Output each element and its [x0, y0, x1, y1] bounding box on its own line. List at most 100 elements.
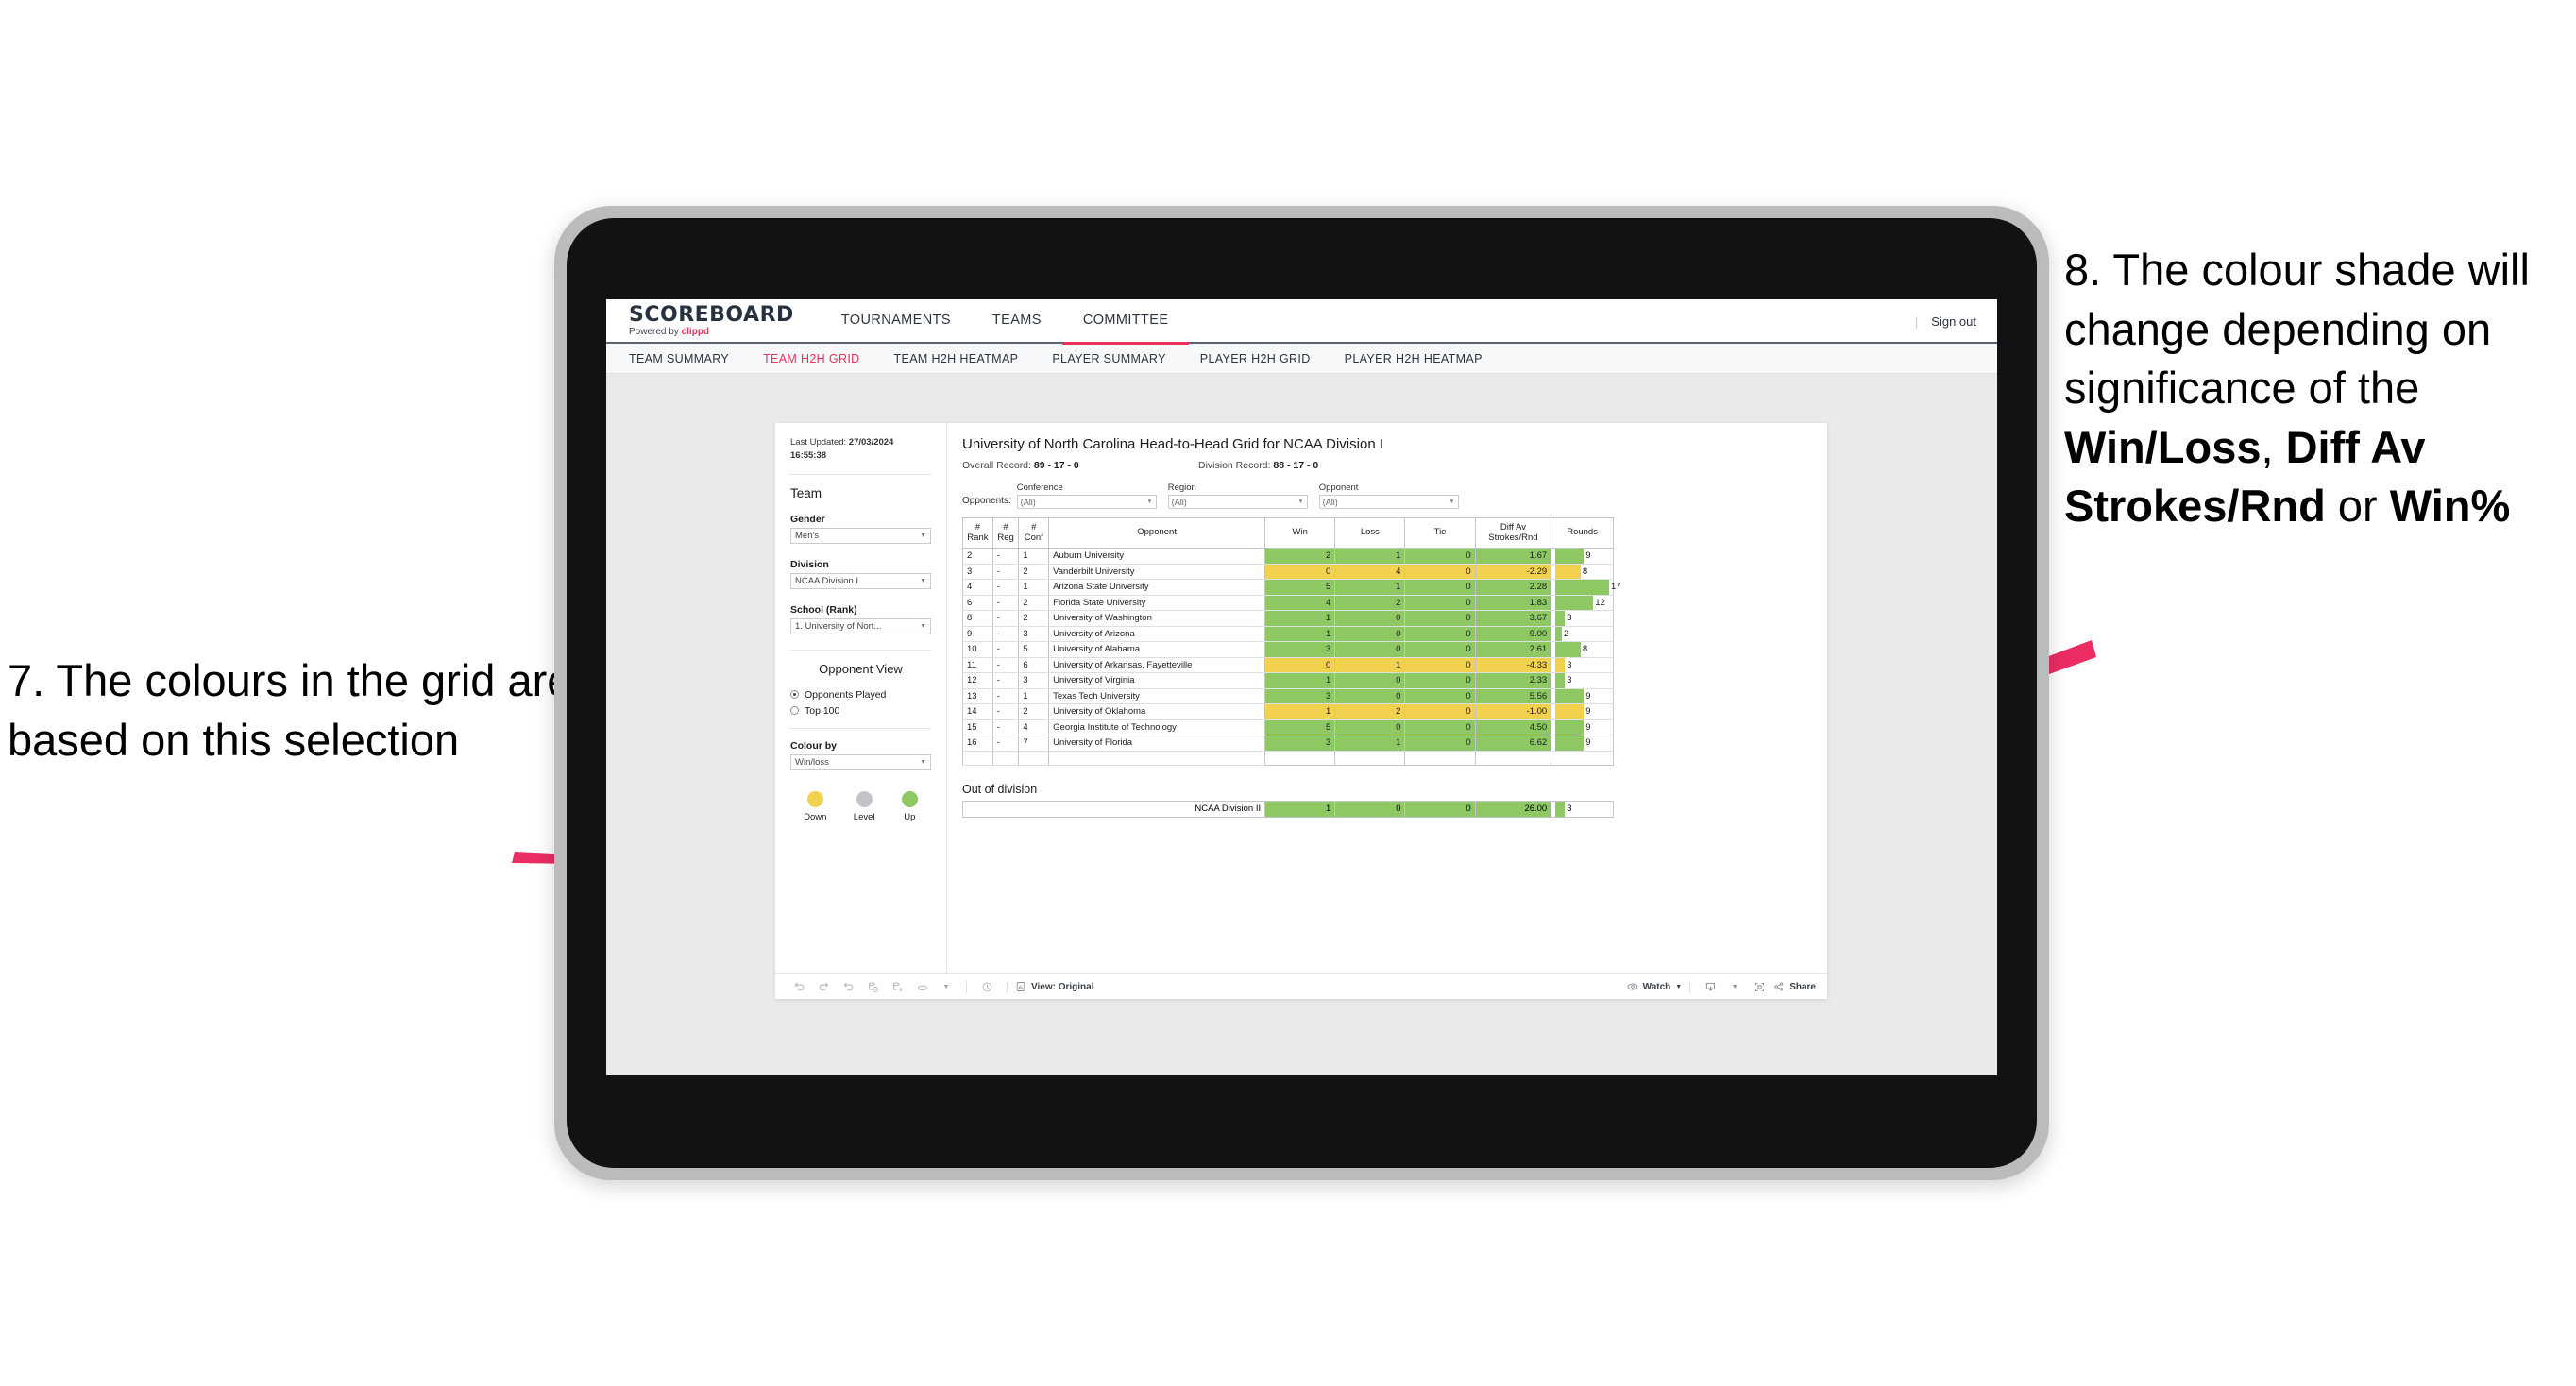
tablet-device: SCOREBOARD Powered by clippd TOURNAMENTS… [554, 206, 2049, 1180]
opponent-label: Opponent [1318, 482, 1359, 493]
rounds-bar-wrap: 9 [1555, 549, 1609, 564]
cell-diff: 1.83 [1474, 594, 1552, 611]
watch-button[interactable]: Watch ▼ [1627, 981, 1682, 992]
shape-select-icon[interactable] [909, 981, 934, 993]
radio-opponents-played[interactable]: Opponents Played [790, 689, 931, 701]
table-row[interactable]: 11-6 University of Arkansas, Fayetteville… [962, 656, 1614, 673]
cell-loss: 1 [1334, 579, 1406, 596]
region-select[interactable]: (All) ▼ [1167, 495, 1308, 509]
opponent-select[interactable]: (All) ▼ [1318, 495, 1459, 509]
top-nav: TOURNAMENTS TEAMS COMMITTEE [821, 299, 1190, 345]
cell-conf: 3 [1018, 672, 1050, 689]
pause-updates-icon[interactable] [885, 981, 909, 993]
cell-win: 3 [1264, 641, 1336, 658]
chevron-down-icon: ▼ [920, 577, 926, 584]
radio-icon [790, 706, 799, 716]
table-header-row: # Rank # Reg # Conf Opponent Win Loss Tie D… [962, 517, 1614, 549]
cell-win: 1 [1264, 625, 1336, 642]
radio-opponents-played-label: Opponents Played [805, 688, 887, 701]
cell-rank: 3 [962, 563, 993, 580]
table-row[interactable]: 8-2 University of Washington 1 0 0 3.67 3 [962, 610, 1614, 627]
division-record: Division Record: 88 - 17 - 0 [1198, 460, 1434, 471]
radio-top-100[interactable]: Top 100 [790, 705, 931, 717]
shape-select-caret-icon[interactable]: ▼ [934, 984, 958, 990]
view-original-button[interactable]: View: Original [1015, 981, 1094, 992]
viz-main: University of North Carolina Head-to-Hea… [947, 423, 1827, 973]
cell-opponent: University of Arkansas, Fayetteville [1048, 656, 1266, 673]
cell-rounds: 2 [1551, 625, 1614, 642]
cell-reg: - [991, 656, 1020, 673]
rounds-bar-wrap: 9 [1555, 704, 1609, 719]
sub-nav-item-player-h2h-grid[interactable]: PLAYER H2H GRID [1200, 352, 1311, 365]
share-button[interactable]: Share [1773, 981, 1816, 992]
cell-rank: 4 [962, 579, 993, 596]
records-row: Overall Record: 89 - 17 - 0 Division Rec… [962, 460, 1810, 471]
table-row[interactable]: 13-1 Texas Tech University 3 0 0 5.56 9 [962, 687, 1614, 704]
chevron-down-icon: ▼ [920, 622, 926, 630]
division-value: NCAA Division I [795, 575, 859, 586]
school-select[interactable]: 1. University of Nort... ▼ [790, 617, 931, 634]
out-of-division-row[interactable]: NCAA Division II 1 0 0 26.00 3 [961, 801, 1614, 818]
cell-loss: 0 [1334, 718, 1406, 735]
cell-rank: 11 [962, 656, 993, 673]
sub-nav-item-team-h2h-heatmap[interactable]: TEAM H2H HEATMAP [894, 352, 1019, 365]
redo-icon[interactable] [811, 981, 836, 993]
undo-icon[interactable] [787, 981, 811, 993]
download-caret-icon[interactable]: ▼ [1722, 984, 1747, 990]
table-row[interactable]: 3-2 Vanderbilt University 0 4 0 -2.29 8 [962, 563, 1614, 580]
cell-rounds: 17 [1551, 579, 1621, 596]
alerts-icon[interactable] [974, 981, 999, 993]
h2h-grid-header: # Rank # Reg # Conf Opponent Win Loss Tie D… [962, 517, 1614, 549]
top-nav-item-teams[interactable]: TEAMS [972, 299, 1062, 345]
table-row[interactable]: 16-7 University of Florida 3 1 0 6.62 9 [962, 735, 1614, 752]
sub-nav: TEAM SUMMARY TEAM H2H GRID TEAM H2H HEAT… [606, 344, 1997, 374]
rounds-bar-wrap: 3 [1555, 611, 1609, 626]
cell-diff: 9.00 [1474, 625, 1552, 642]
cell-rounds: 3 [1551, 672, 1614, 689]
sidebar-divider-2 [790, 649, 931, 651]
cell-rank: 13 [962, 687, 993, 704]
sub-nav-item-team-h2h-grid[interactable]: TEAM H2H GRID [763, 352, 859, 365]
legend-item-down: Down [804, 790, 826, 822]
top-nav-item-tournaments[interactable]: TOURNAMENTS [821, 299, 972, 345]
cell-win: 0 [1264, 563, 1336, 580]
table-row[interactable]: 9-3 University of Arizona 1 0 0 9.00 2 [962, 625, 1614, 642]
top-nav-item-committee[interactable]: COMMITTEE [1061, 299, 1190, 345]
legend-dot-up [901, 790, 918, 807]
cell-reg: - [991, 735, 1020, 752]
refresh-data-icon[interactable] [860, 981, 885, 993]
legend-dot-level [856, 790, 873, 807]
gender-select[interactable]: Men's ▼ [790, 527, 931, 544]
table-row[interactable]: 12-3 University of Virginia 1 0 0 2.33 3 [962, 672, 1614, 689]
cell-reg: - [991, 594, 1020, 611]
sub-nav-item-player-h2h-heatmap[interactable]: PLAYER H2H HEATMAP [1345, 352, 1483, 365]
cell-win: 3 [1264, 735, 1336, 752]
cell-reg: - [991, 563, 1020, 580]
rounds-value: 8 [1582, 644, 1588, 655]
revert-icon[interactable] [836, 981, 860, 993]
cell-reg: - [991, 718, 1020, 735]
table-row[interactable]: 4-1 Arizona State University 5 1 0 2.28 17 [962, 579, 1621, 596]
table-row[interactable]: 2-1 Auburn University 2 1 0 1.67 9 [962, 548, 1614, 565]
cell-rank: 14 [962, 703, 993, 720]
cell-diff: -1.00 [1474, 703, 1552, 720]
sub-nav-item-team-summary[interactable]: TEAM SUMMARY [629, 352, 729, 365]
table-row[interactable]: 15-4 Georgia Institute of Technology 5 0 0 4.… [962, 718, 1614, 735]
download-icon[interactable] [1698, 981, 1722, 993]
table-row[interactable]: 10-5 University of Alabama 3 0 0 2.61 8 [962, 641, 1614, 658]
conference-select[interactable]: (All) ▼ [1016, 495, 1157, 509]
table-blank-row [962, 750, 1614, 766]
colour-by-value: Win/loss [795, 756, 829, 768]
rounds-bar [1555, 802, 1566, 817]
share-label: Share [1789, 981, 1816, 992]
division-select[interactable]: NCAA Division I ▼ [790, 572, 931, 589]
brand-logo[interactable]: SCOREBOARD Powered by clippd [606, 304, 821, 337]
sign-out-link[interactable]: Sign out [1931, 314, 1976, 329]
table-row[interactable]: 14-2 University of Oklahoma 1 2 0 -1.00 9 [962, 703, 1614, 720]
cell-ood-loss: 0 [1334, 801, 1406, 818]
cell-reg: - [991, 610, 1020, 627]
sub-nav-item-player-summary[interactable]: PLAYER SUMMARY [1052, 352, 1165, 365]
table-row[interactable]: 6-2 Florida State University 4 2 0 1.83 12 [962, 594, 1614, 611]
colour-by-select[interactable]: Win/loss ▼ [790, 753, 931, 770]
fullscreen-icon[interactable] [1747, 981, 1771, 993]
